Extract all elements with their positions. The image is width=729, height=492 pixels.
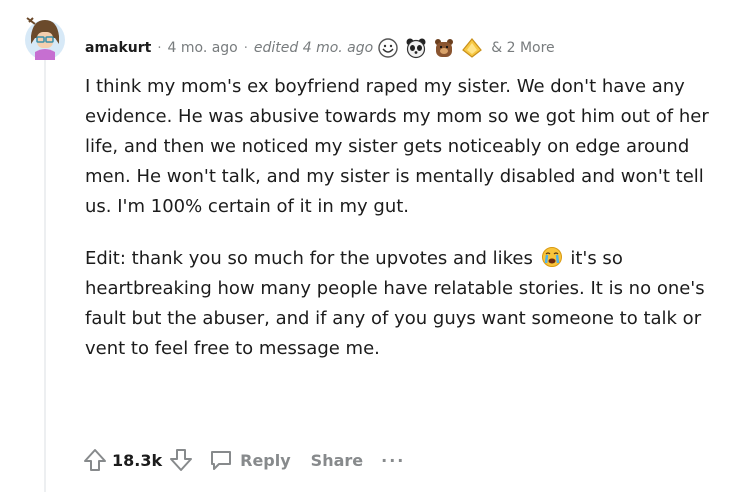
edit-text-start: Edit: thank you so much for the upvotes … <box>85 248 533 269</box>
comment-timestamp[interactable]: 4 mo. ago <box>168 40 238 56</box>
reply-button[interactable]: Reply <box>208 447 291 473</box>
avatar[interactable] <box>21 14 69 64</box>
reply-label: Reply <box>240 450 291 470</box>
more-options-button[interactable]: ··· <box>381 451 405 470</box>
edited-timestamp: edited 4 mo. ago <box>253 40 374 56</box>
upvote-arrow-icon[interactable] <box>82 447 108 473</box>
username-link[interactable]: amakurt <box>85 40 151 56</box>
thread-line[interactable] <box>44 60 46 492</box>
separator-dot: · <box>243 40 248 56</box>
downvote-arrow-icon[interactable] <box>168 447 194 473</box>
comment-paragraph: I think my mom's ex boyfriend raped my s… <box>85 76 709 217</box>
panda-face-award-icon[interactable] <box>405 37 427 59</box>
comment-header: amakurt · 4 mo. ago · edited 4 mo. ago &… <box>85 36 555 60</box>
bear-award-icon[interactable] <box>433 37 455 59</box>
share-label: Share <box>310 450 364 470</box>
comment-body: I think my mom's ex boyfriend raped my s… <box>85 72 715 364</box>
crying-face-emoji-icon <box>541 246 563 268</box>
share-button[interactable]: Share <box>305 451 363 470</box>
comment-paragraph-edit: Edit: thank you so much for the upvotes … <box>85 244 715 364</box>
chat-bubble-icon <box>208 447 234 473</box>
separator-dot: · <box>157 40 162 56</box>
gold-trophy-award-icon[interactable] <box>461 37 483 59</box>
vote-score: 18.3k <box>112 450 163 470</box>
awards-row[interactable]: & 2 More <box>377 37 555 59</box>
comment-actions: 18.3k Reply Share ··· <box>82 444 405 476</box>
grin-face-award-icon[interactable] <box>377 37 399 59</box>
more-awards-link[interactable]: & 2 More <box>491 40 554 56</box>
